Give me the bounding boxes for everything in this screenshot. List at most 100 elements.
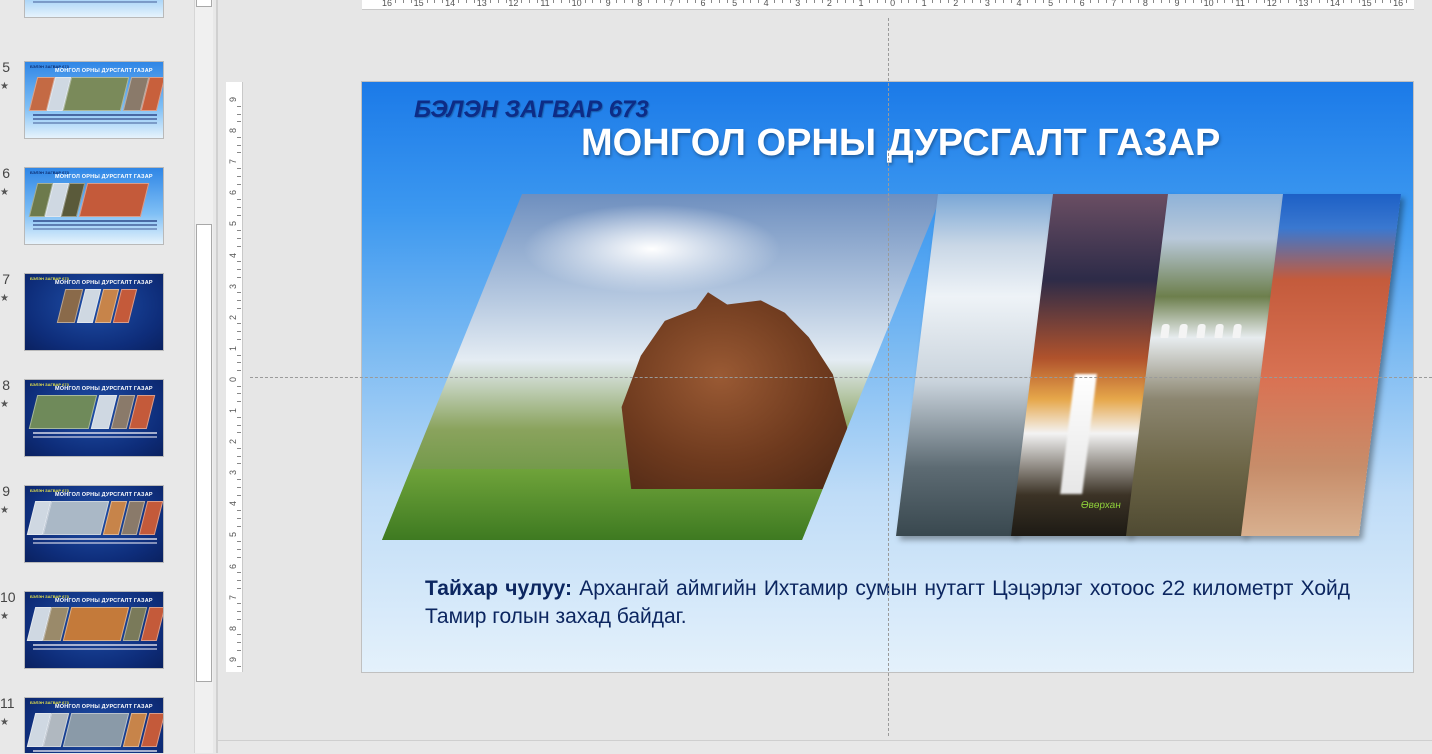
ruler-label: 9 (605, 0, 611, 8)
ruler-label: 8 (228, 625, 238, 631)
ruler-tick (1026, 0, 1028, 3)
ruler-label: 6 (700, 0, 706, 8)
animation-star-icon: ★ (0, 399, 9, 410)
thumbnail-scrollbar-thumb[interactable] (196, 224, 212, 682)
thumbnail-row[interactable] (0, 0, 195, 30)
ruler-tick (237, 525, 241, 527)
ruler-tick (466, 0, 467, 3)
ruler-tick (521, 0, 523, 3)
ruler-tick (876, 0, 878, 3)
ruler-label: 12 (1266, 0, 1277, 8)
thumbnail-row[interactable]: 8 ★ БЭЛЭН ЗАГВАР 673 МОНГОЛ ОРНЫ ДУРСГАЛТ Г… (0, 377, 195, 469)
ruler-tick (1161, 0, 1163, 3)
thumbnail-row[interactable]: 9 ★ БЭЛЭН ЗАГВАР 673 МОНГОЛ ОРНЫ ДУРСГАЛТ Г… (0, 483, 195, 575)
ruler-tick (624, 0, 625, 3)
ruler-label: 14 (1329, 0, 1341, 8)
thumbnail-number: 10 (0, 589, 16, 605)
slide-thumbnail[interactable]: БЭЛЭН ЗАГВАР 673 МОНГОЛ ОРНЫ ДУРСГАЛТ ГАЗ… (24, 485, 164, 563)
ruler-tick (1224, 0, 1226, 3)
animation-star-icon: ★ (0, 81, 9, 92)
ruler-tick (821, 0, 823, 3)
ruler-tick (663, 0, 665, 3)
ruler-tick (758, 0, 760, 3)
thumbnail-row[interactable]: 11 ★ БЭЛЭН ЗАГВАР 673 МОНГОЛ ОРНЫ ДУРСГАЛТ … (0, 695, 195, 753)
thumbnail-text-lines (33, 644, 157, 646)
thumbnail-row[interactable]: 6 ★ БЭЛЭН ЗАГВАР 673 МОНГОЛ ОРНЫ ДУРСГАЛТ Г… (0, 165, 195, 257)
thumbnail-number: 9 (2, 483, 10, 499)
ruler-label: 2 (228, 439, 238, 445)
ruler-tick (695, 0, 697, 3)
main-rock-photo[interactable] (382, 194, 942, 540)
slide-title[interactable]: МОНГОЛ ОРНЫ ДУРСГАЛТ ГАЗАР (581, 122, 1220, 165)
slide-thumbnail[interactable] (24, 0, 164, 18)
thumbnail-photo (62, 607, 130, 641)
ruler-tick (552, 0, 554, 3)
slide-thumbnail[interactable]: БЭЛЭН ЗАГВАР 673 МОНГОЛ ОРНЫ ДУРСГАЛТ ГАЗ… (24, 591, 164, 669)
ruler-tick (237, 152, 241, 154)
ruler-tick (237, 339, 241, 341)
ruler-label: 15 (1361, 0, 1372, 8)
ruler-tick (1105, 0, 1107, 3)
ruler-label: 1 (858, 0, 864, 8)
slide-body-bold: Тайхар чулуу: (425, 577, 573, 600)
ruler-tick (584, 0, 586, 3)
ruler-tick (1184, 0, 1186, 3)
horizontal-guide[interactable] (250, 377, 1432, 378)
photo-waterfall (1060, 374, 1097, 494)
ruler-tick (529, 0, 531, 3)
thumbnail-scrollbar[interactable] (194, 0, 213, 753)
ruler-tick (237, 385, 241, 387)
ruler-tick (237, 556, 241, 558)
thumbnail-photo (42, 501, 110, 535)
photo-cloud (522, 204, 782, 294)
ruler-label: 6 (228, 563, 238, 569)
ruler-tick (1042, 0, 1044, 3)
ruler-tick (805, 0, 807, 3)
ruler-label: 7 (228, 594, 238, 600)
ruler-tick (237, 206, 241, 208)
slide-thumbnail[interactable]: БЭЛЭН ЗАГВАР 673 МОНГОЛ ОРНЫ ДУРСГАЛТ ГАЗ… (24, 379, 164, 457)
ruler-tick (1200, 0, 1202, 3)
ruler-tick (592, 0, 594, 3)
slide-thumbnail[interactable]: БЭЛЭН ЗАГВАР 673 МОНГОЛ ОРНЫ ДУРСГАЛТ ГАЗ… (24, 167, 164, 245)
ruler-tick (410, 0, 412, 3)
ruler-label: 10 (571, 0, 582, 8)
slide-thumbnail[interactable]: БЭЛЭН ЗАГВАР 673 МОНГОЛ ОРНЫ ДУРСГАЛТ ГАЗ… (24, 273, 164, 351)
ruler-tick (237, 580, 241, 582)
ruler-tick (237, 370, 241, 372)
thumbnail-title: МОНГОЛ ОРНЫ ДУРСГАЛТ ГАЗАР (55, 704, 153, 710)
ruler-tick (1256, 0, 1257, 3)
slide-subtitle[interactable]: БЭЛЭН ЗАГВАР 673 (414, 96, 649, 124)
animation-star-icon: ★ (0, 611, 9, 622)
ruler-tick (237, 665, 241, 667)
photo-stupa (1214, 324, 1225, 338)
thumbnail-row[interactable]: 5 ★ БЭЛЭН ЗАГВАР 673 МОНГОЛ ОРНЫ ДУРСГАЛТ Г… (0, 59, 195, 151)
thumbnail-row[interactable]: 10 ★ БЭЛЭН ЗАГВАР 673 МОНГОЛ ОРНЫ ДУРСГАЛТ … (0, 589, 195, 681)
ruler-tick (237, 494, 241, 496)
photo-stupa (1178, 324, 1189, 338)
ruler-label: 1 (228, 345, 238, 351)
ruler-tick (237, 517, 241, 519)
thumbnail-number: 8 (2, 377, 10, 393)
ruler-label: 7 (668, 0, 674, 8)
ruler-tick (237, 261, 241, 263)
ruler-label: 8 (1142, 0, 1148, 8)
ruler-label: 8 (228, 128, 238, 134)
thumbnail-scrollbar-top[interactable] (196, 0, 212, 7)
ruler-tick (1003, 0, 1005, 3)
ruler-label: 2 (228, 314, 238, 320)
ruler-tick (647, 0, 649, 3)
slide-thumbnail[interactable]: БЭЛЭН ЗАГВАР 673 МОНГОЛ ОРНЫ ДУРСГАЛТ ГАЗ… (24, 61, 164, 139)
ruler-tick (237, 463, 241, 465)
ruler-label: 4 (228, 252, 238, 258)
ruler-label: 14 (445, 0, 456, 8)
ruler-tick (237, 393, 241, 395)
ruler-label: 9 (228, 656, 238, 662)
thumbnail-row[interactable]: 7 ★ БЭЛЭН ЗАГВАР 673 МОНГОЛ ОРНЫ ДУРСГАЛТ Г… (0, 271, 195, 363)
thumbnail-photo (28, 395, 98, 429)
ruler-tick (726, 0, 728, 3)
ruler-tick (237, 183, 241, 185)
ruler-tick (237, 642, 241, 644)
ruler-label: 0 (890, 0, 896, 8)
slide-thumbnail[interactable]: БЭЛЭН ЗАГВАР 673 МОНГОЛ ОРНЫ ДУРСГАЛТ ГАЗ… (24, 697, 164, 753)
